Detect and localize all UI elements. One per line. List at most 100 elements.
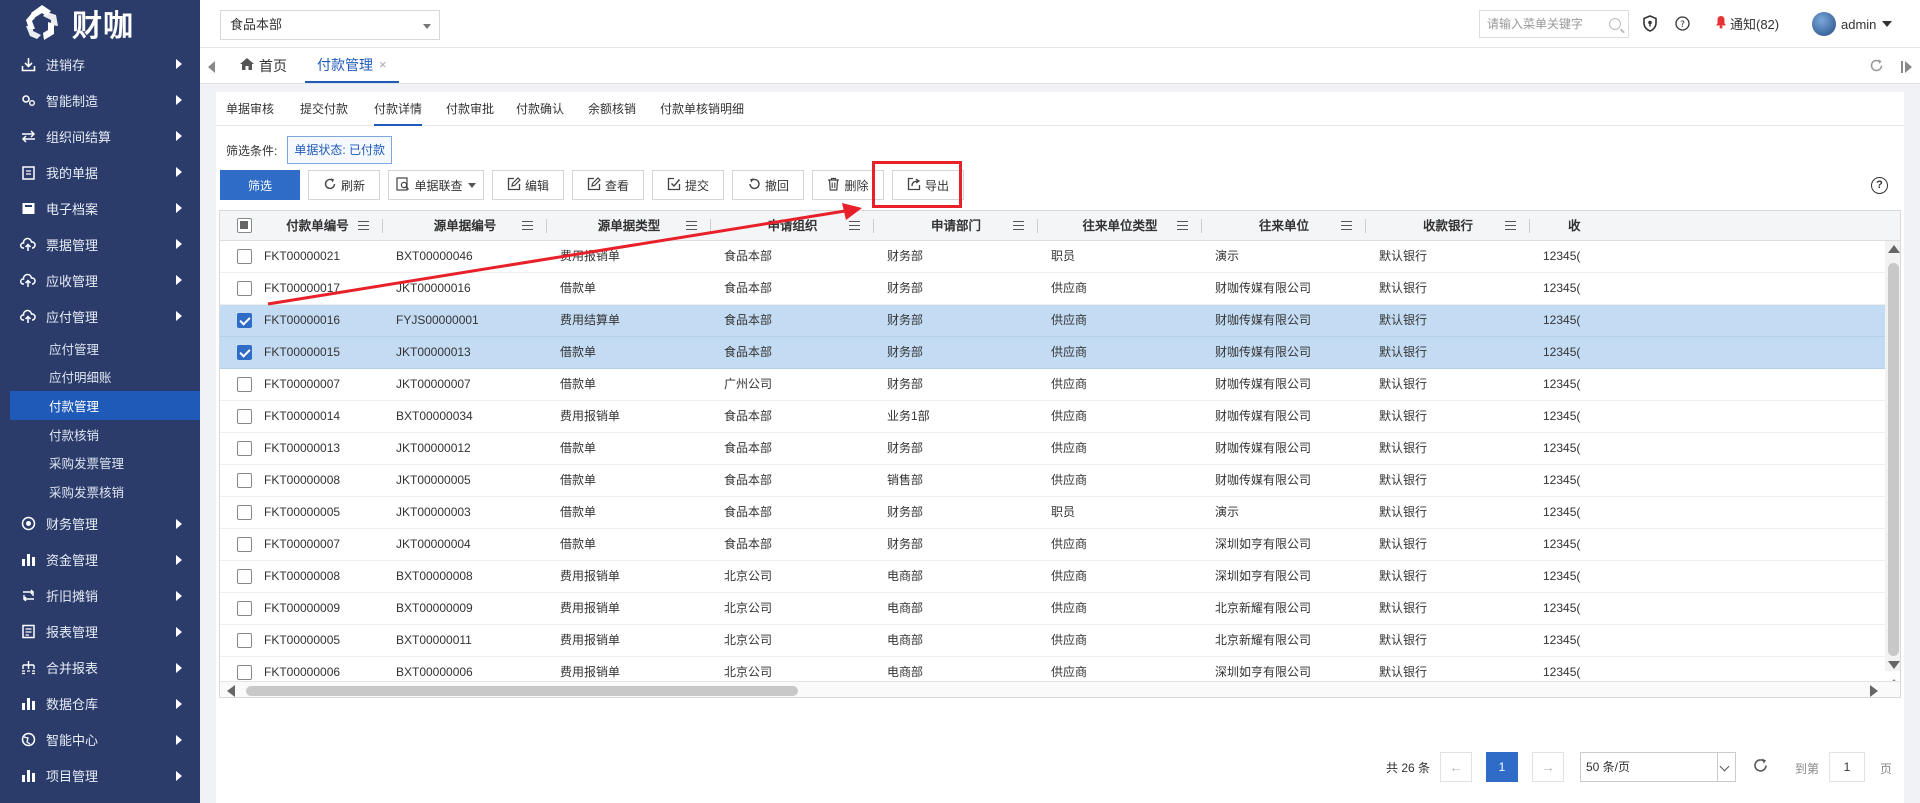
sidebar-item[interactable]: 进销存	[0, 46, 200, 82]
sidebar-item[interactable]: 财务管理	[0, 506, 200, 542]
table-row[interactable]: FKT00000017 JKT00000016 借款单 食品本部 财务部 供应商 财咖传媒有…	[220, 273, 1885, 305]
tab-scroll-left-icon[interactable]	[208, 61, 215, 73]
sub-tab[interactable]: 付款审批	[446, 92, 494, 126]
close-icon[interactable]: ×	[379, 48, 387, 82]
column-header[interactable]: 申请部门	[874, 211, 1038, 241]
horizontal-scrollbar[interactable]	[220, 681, 1900, 697]
table-row[interactable]: FKT00000016 FYJS00000001 费用结算单 食品本部 财务部 供应商 财咖…	[220, 305, 1885, 337]
sidebar-item[interactable]: 智能制造	[0, 82, 200, 118]
column-menu-icon[interactable]	[1177, 221, 1188, 230]
sidebar-item[interactable]: 电子档案	[0, 190, 200, 226]
table-row[interactable]: FKT00000021 BXT00000046 费用报销单 食品本部 财务部 职员 演示 默认…	[220, 241, 1885, 273]
sub-tab[interactable]: 提交付款	[300, 92, 348, 126]
search-icon[interactable]	[1609, 18, 1621, 30]
select-all-checkbox[interactable]	[237, 218, 252, 233]
prev-page-button[interactable]: ←	[1440, 752, 1472, 782]
row-checkbox[interactable]	[237, 601, 252, 616]
sidebar-item[interactable]: 数据仓库	[0, 686, 200, 722]
refresh-icon[interactable]	[1752, 757, 1769, 779]
sidebar-item[interactable]: 我的单据	[0, 154, 200, 190]
revoke-button[interactable]: 撤回	[732, 170, 804, 200]
goto-page-input[interactable]: 1	[1829, 752, 1865, 782]
column-header[interactable]: 申请组织	[711, 211, 874, 241]
org-select[interactable]: 食品本部	[220, 10, 440, 40]
sidebar-item[interactable]: 项目管理	[0, 758, 200, 794]
table-row[interactable]: FKT00000007 JKT00000007 借款单 广州公司 财务部 供应商 财咖传媒有…	[220, 369, 1885, 401]
sidebar-sub-item[interactable]: 采购发票核销	[0, 477, 200, 506]
table-row[interactable]: FKT00000007 JKT00000004 借款单 食品本部 财务部 供应商 深圳如亨有…	[220, 529, 1885, 561]
scroll-left-icon[interactable]	[227, 685, 235, 697]
current-page-button[interactable]: 1	[1486, 752, 1518, 782]
refresh-button[interactable]: 刷新	[308, 170, 380, 200]
shield-icon[interactable]	[1641, 15, 1658, 32]
sidebar-item[interactable]: 组织间结算	[0, 118, 200, 154]
edit-button[interactable]: 编辑	[492, 170, 564, 200]
row-checkbox[interactable]	[237, 505, 252, 520]
help-icon[interactable]: ?	[1674, 15, 1691, 32]
tab-scroll-right-icon[interactable]	[1901, 61, 1912, 73]
column-header[interactable]: 往来单位类型	[1038, 211, 1202, 241]
refresh-icon[interactable]	[1869, 58, 1884, 77]
table-row[interactable]: FKT00000008 JKT00000005 借款单 食品本部 销售部 供应商 财咖传媒有…	[220, 465, 1885, 497]
filter-tag[interactable]: 单据状态: 已付款	[287, 136, 393, 164]
table-row[interactable]: FKT00000005 BXT00000011 费用报销单 北京公司 电商部 供应商 北京新…	[220, 625, 1885, 657]
scroll-right-icon[interactable]	[1870, 685, 1878, 697]
menu-search-input[interactable]: 请输入菜单关键字	[1479, 10, 1629, 38]
user-menu[interactable]: admin	[1812, 12, 1893, 36]
row-checkbox[interactable]	[237, 281, 252, 296]
sidebar-item[interactable]: 票据管理	[0, 226, 200, 262]
sub-tab[interactable]: 付款详情	[374, 92, 423, 126]
row-checkbox[interactable]	[237, 665, 252, 680]
column-menu-icon[interactable]	[1013, 221, 1024, 230]
sub-tab[interactable]: 付款确认	[516, 92, 564, 126]
sidebar-item[interactable]: 合并报表	[0, 650, 200, 686]
table-row[interactable]: FKT00000008 BXT00000008 费用报销单 北京公司 电商部 供应商 深圳如…	[220, 561, 1885, 593]
column-header[interactable]: 源单据编号	[383, 211, 547, 241]
row-checkbox[interactable]	[237, 473, 252, 488]
column-header[interactable]: 源单据类型	[547, 211, 711, 241]
sidebar-sub-item[interactable]: 付款核销	[0, 420, 200, 449]
row-checkbox[interactable]	[237, 313, 252, 328]
sub-tab[interactable]: 付款单核销明细	[660, 92, 744, 126]
sidebar-sub-item[interactable]: 采购发票管理	[0, 448, 200, 477]
sidebar-sub-item[interactable]: 应付管理	[0, 334, 200, 363]
scroll-thumb[interactable]	[1888, 263, 1899, 656]
column-menu-icon[interactable]	[686, 221, 697, 230]
row-checkbox[interactable]	[237, 249, 252, 264]
tab-home[interactable]: 首页	[240, 48, 287, 83]
next-page-button[interactable]: →	[1532, 752, 1564, 782]
view-button[interactable]: 查看	[572, 170, 644, 200]
sidebar-sub-item[interactable]: 应付明细账	[0, 363, 200, 392]
row-checkbox[interactable]	[237, 441, 252, 456]
sub-tab[interactable]: 单据审核	[226, 92, 274, 126]
row-checkbox[interactable]	[237, 569, 252, 584]
table-row[interactable]: FKT00000005 JKT00000003 借款单 食品本部 财务部 职员 演示 默认银行…	[220, 497, 1885, 529]
column-header[interactable]: 往来单位	[1202, 211, 1366, 241]
row-checkbox[interactable]	[237, 409, 252, 424]
sidebar-item[interactable]: 应收管理	[0, 262, 200, 298]
sidebar-item[interactable]: 应付管理	[0, 298, 200, 334]
sidebar-item[interactable]: 资金管理	[0, 542, 200, 578]
row-checkbox[interactable]	[237, 633, 252, 648]
sidebar-sub-item[interactable]: 付款管理	[10, 391, 200, 420]
row-checkbox[interactable]	[237, 537, 252, 552]
scroll-thumb[interactable]	[246, 686, 798, 696]
column-menu-icon[interactable]	[358, 221, 369, 230]
sidebar-item[interactable]: 报表管理	[0, 614, 200, 650]
table-row[interactable]: FKT00000014 BXT00000034 费用报销单 食品本部 业务1部 供应商 财咖…	[220, 401, 1885, 433]
page-size-select[interactable]: 50 条/页	[1580, 752, 1736, 782]
column-header[interactable]: 收款银行	[1366, 211, 1530, 241]
column-menu-icon[interactable]	[849, 221, 860, 230]
table-row[interactable]: FKT00000013 JKT00000012 借款单 食品本部 财务部 供应商 财咖传媒有…	[220, 433, 1885, 465]
column-menu-icon[interactable]	[1341, 221, 1352, 230]
column-header[interactable]: 付款单编号	[252, 211, 383, 241]
row-checkbox[interactable]	[237, 377, 252, 392]
table-row[interactable]: FKT00000009 BXT00000009 费用报销单 北京公司 电商部 供应商 北京新…	[220, 593, 1885, 625]
sub-tab[interactable]: 余额核销	[588, 92, 636, 126]
sidebar-item[interactable]: 折旧摊销	[0, 578, 200, 614]
column-menu-icon[interactable]	[522, 221, 533, 230]
table-row[interactable]: FKT00000015 JKT00000013 借款单 食品本部 财务部 供应商 财咖传媒有…	[220, 337, 1885, 369]
column-menu-icon[interactable]	[1505, 221, 1516, 230]
vertical-scrollbar[interactable]	[1885, 241, 1900, 671]
row-checkbox[interactable]	[237, 345, 252, 360]
